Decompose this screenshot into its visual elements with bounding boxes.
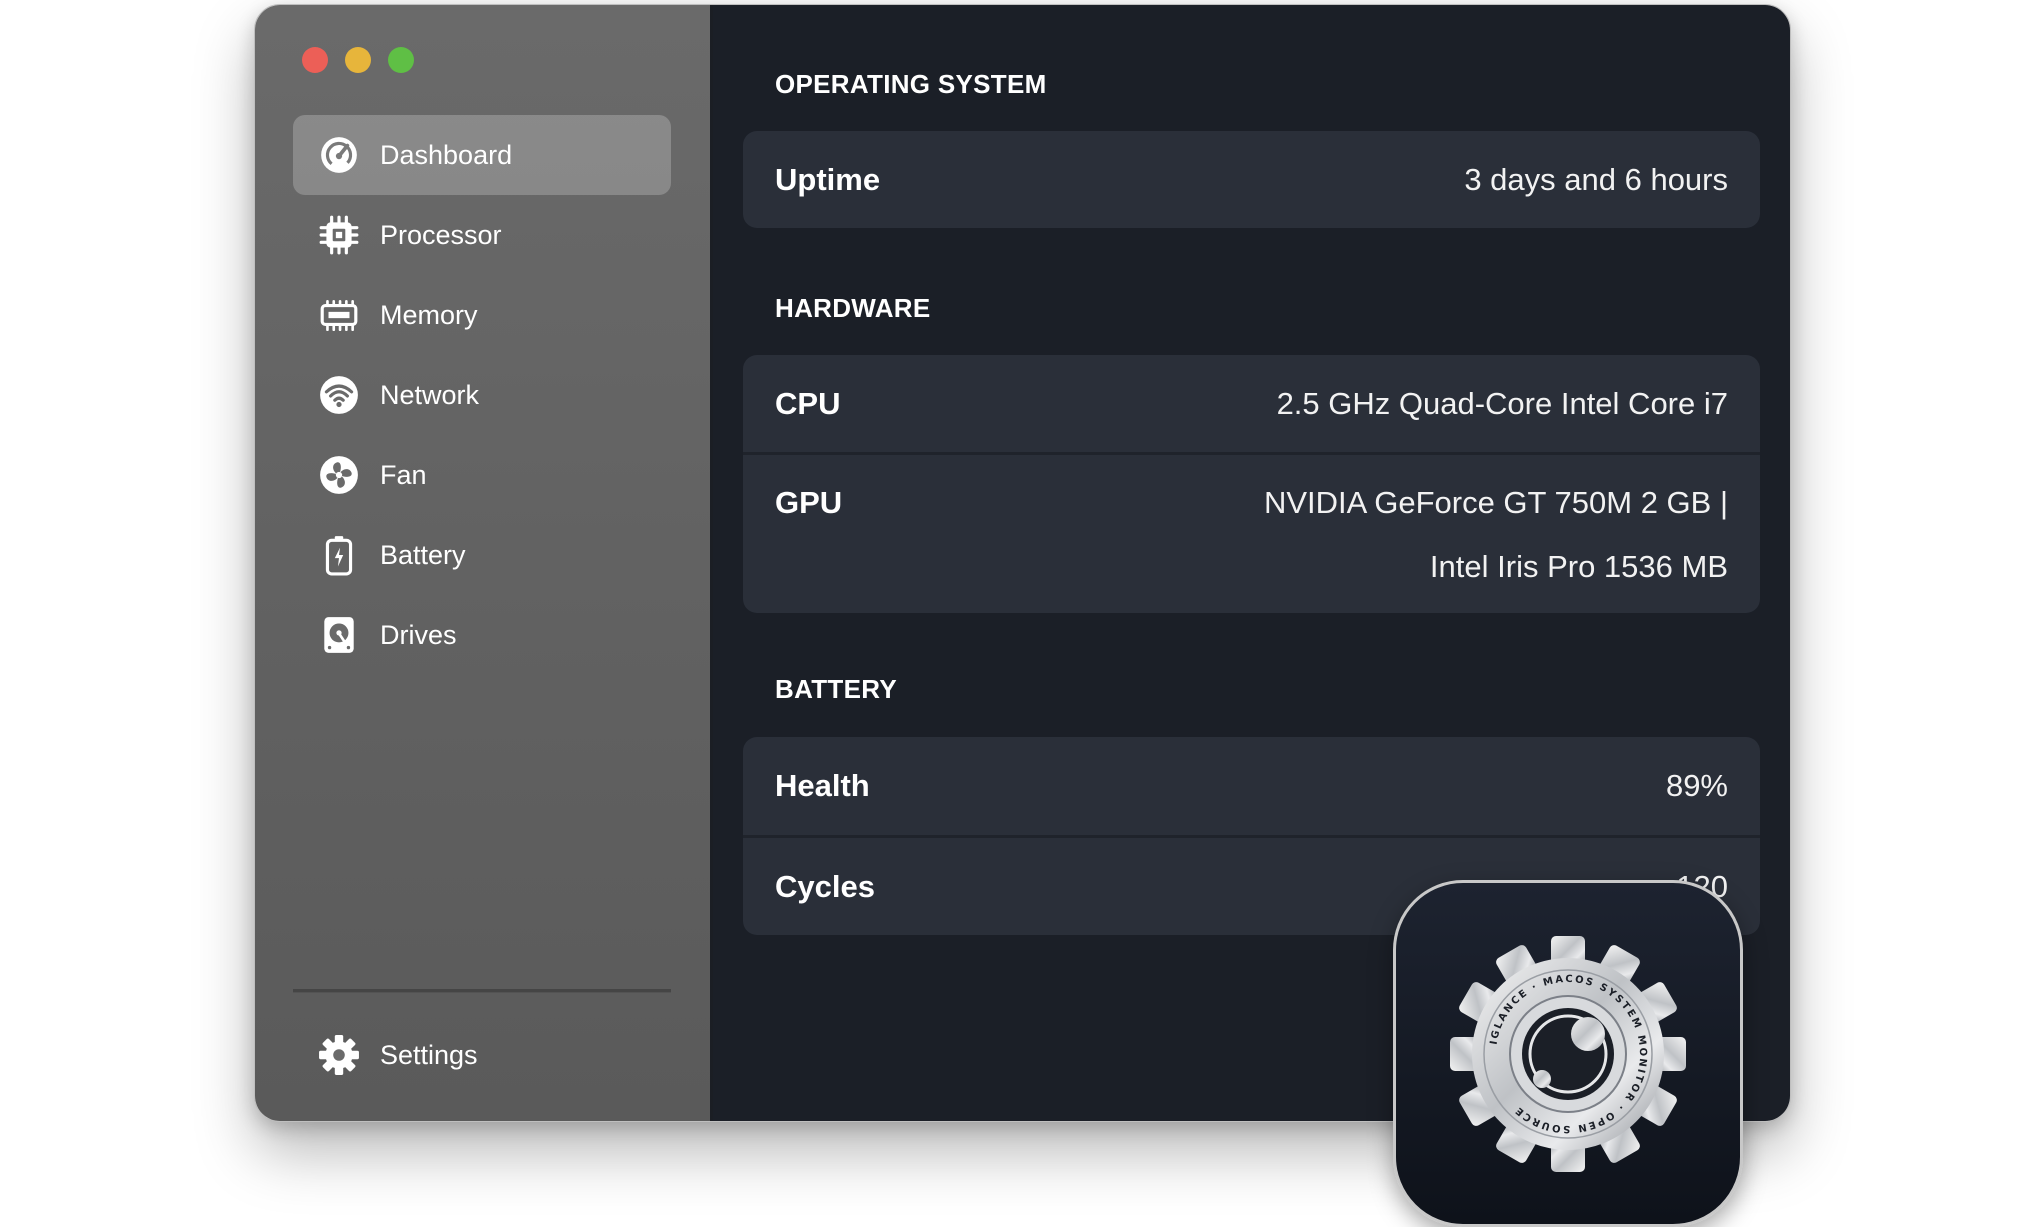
uptime-label: Uptime [775, 161, 881, 197]
section-title-battery: BATTERY [775, 674, 897, 704]
health-value: 89% [1665, 768, 1728, 803]
battery-icon [318, 534, 360, 576]
wifi-icon [318, 374, 360, 416]
traffic-lights [302, 47, 414, 73]
sidebar-item-label: Fan [380, 459, 427, 490]
cpu-label: CPU [775, 385, 841, 421]
cycles-label: Cycles [775, 868, 875, 904]
sidebar-item-battery[interactable]: Battery [293, 515, 671, 595]
sidebar-item-label: Settings [380, 1039, 478, 1070]
health-row: Health 89% [743, 737, 1760, 835]
gear-icon [318, 1034, 360, 1076]
uptime-value: 3 days and 6 hours [1464, 161, 1728, 197]
sidebar-item-processor[interactable]: Processor [293, 195, 671, 275]
sidebar-item-memory[interactable]: Memory [293, 275, 671, 355]
hardware-card: CPU 2.5 GHz Quad-Core Intel Core i7 GPU … [743, 355, 1760, 613]
sidebar-item-label: Memory [380, 299, 478, 330]
cpu-value: 2.5 GHz Quad-Core Intel Core i7 [1276, 385, 1728, 421]
gear-eye-icon: IGLANCE · MACOS SYSTEM MONITOR · OPEN SO… [1450, 935, 1686, 1172]
sidebar-item-label: Dashboard [380, 139, 513, 170]
stage: Dashboard Processor Memory Network Fan B… [0, 0, 2040, 1227]
health-label: Health [775, 768, 870, 803]
gpu-value: NVIDIA GeForce GT 750M 2 GB | Intel Iris… [1264, 471, 1728, 599]
gpu-label: GPU [775, 485, 843, 520]
gpu-value-line-1: NVIDIA GeForce GT 750M 2 GB | [1263, 485, 1728, 520]
sidebar-divider [293, 989, 671, 993]
sidebar-item-dashboard[interactable]: Dashboard [293, 115, 671, 195]
cpu-row: CPU 2.5 GHz Quad-Core Intel Core i7 [743, 355, 1760, 452]
hard-drive-icon [318, 614, 360, 656]
zoom-window-button[interactable] [388, 47, 414, 73]
sidebar: Dashboard Processor Memory Network Fan B… [255, 5, 713, 1121]
os-card: Uptime 3 days and 6 hours [743, 131, 1760, 228]
sidebar-item-label: Drives [380, 619, 457, 650]
sidebar-item-fan[interactable]: Fan [293, 435, 671, 515]
minimize-window-button[interactable] [345, 47, 371, 73]
sidebar-item-label: Processor [380, 219, 502, 250]
gpu-row: GPU NVIDIA GeForce GT 750M 2 GB | Intel … [743, 452, 1760, 613]
memory-module-icon [318, 294, 360, 336]
sidebar-item-settings[interactable]: Settings [293, 1015, 671, 1095]
fan-icon [318, 454, 360, 496]
section-title-hardware: HARDWARE [775, 293, 931, 323]
sidebar-item-drives[interactable]: Drives [293, 595, 671, 675]
sidebar-item-label: Network [380, 379, 480, 410]
settings-section: Settings [293, 1015, 671, 1095]
gpu-value-line-2: Intel Iris Pro 1536 MB [1429, 549, 1728, 584]
section-title-operating-system: OPERATING SYSTEM [775, 69, 1047, 99]
close-window-button[interactable] [302, 47, 328, 73]
app-icon: IGLANCE · MACOS SYSTEM MONITOR · OPEN SO… [1393, 880, 1743, 1227]
uptime-row: Uptime 3 days and 6 hours [743, 131, 1760, 228]
sidebar-item-label: Battery [380, 539, 466, 570]
sidebar-nav: Dashboard Processor Memory Network Fan B… [293, 115, 671, 675]
sidebar-item-network[interactable]: Network [293, 355, 671, 435]
dashboard-gauge-icon [318, 134, 360, 176]
processor-chip-icon [318, 214, 360, 256]
